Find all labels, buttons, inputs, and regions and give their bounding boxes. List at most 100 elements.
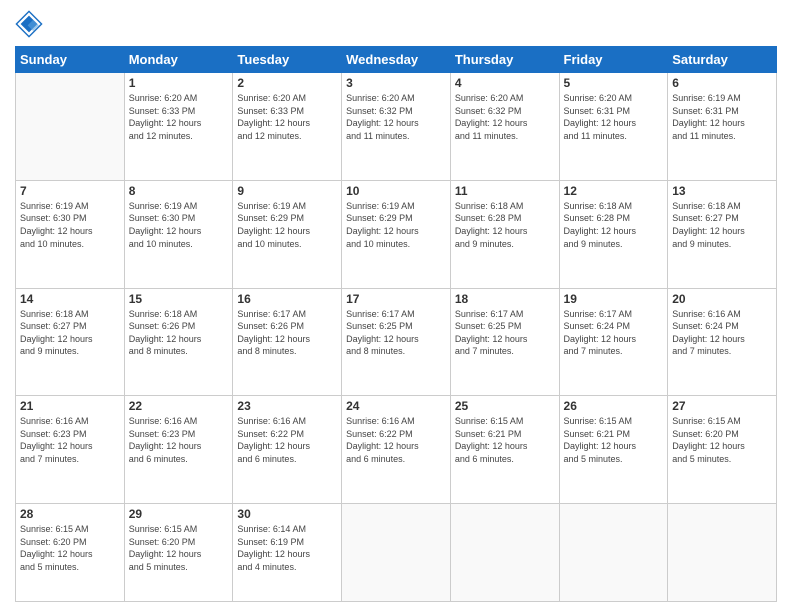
calendar-cell: 26 Sunrise: 6:15 AMSunset: 6:21 PMDayligh…: [559, 396, 668, 504]
day-info: Sunrise: 6:18 AMSunset: 6:27 PMDaylight:…: [20, 308, 120, 358]
day-info: Sunrise: 6:20 AMSunset: 6:32 PMDaylight:…: [455, 92, 555, 142]
day-info: Sunrise: 6:16 AMSunset: 6:24 PMDaylight:…: [672, 308, 772, 358]
weekday-header-thursday: Thursday: [450, 47, 559, 73]
day-number: 19: [564, 292, 664, 306]
calendar-cell: 21 Sunrise: 6:16 AMSunset: 6:23 PMDayligh…: [16, 396, 125, 504]
day-number: 24: [346, 399, 446, 413]
day-info: Sunrise: 6:16 AMSunset: 6:22 PMDaylight:…: [346, 415, 446, 465]
day-number: 17: [346, 292, 446, 306]
calendar-cell: [342, 504, 451, 602]
day-number: 22: [129, 399, 229, 413]
calendar-cell: 29Sunrise: 6:15 AMSunset: 6:20 PMDayligh…: [124, 504, 233, 602]
calendar-cell: 20 Sunrise: 6:16 AMSunset: 6:24 PMDayligh…: [668, 288, 777, 396]
calendar-cell: 27 Sunrise: 6:15 AMSunset: 6:20 PMDayligh…: [668, 396, 777, 504]
calendar-cell: 3 Sunrise: 6:20 AMSunset: 6:32 PMDaylight…: [342, 73, 451, 181]
calendar-cell: [16, 73, 125, 181]
calendar-cell: 10 Sunrise: 6:19 AMSunset: 6:29 PMDayligh…: [342, 180, 451, 288]
day-info: Sunrise: 6:17 AMSunset: 6:26 PMDaylight:…: [237, 308, 337, 358]
calendar-cell: 4 Sunrise: 6:20 AMSunset: 6:32 PMDaylight…: [450, 73, 559, 181]
calendar-week-3: 14 Sunrise: 6:18 AMSunset: 6:27 PMDayligh…: [16, 288, 777, 396]
day-number: 25: [455, 399, 555, 413]
day-number: 6: [672, 76, 772, 90]
day-number: 27: [672, 399, 772, 413]
calendar-cell: 2 Sunrise: 6:20 AMSunset: 6:33 PMDaylight…: [233, 73, 342, 181]
calendar-table: SundayMondayTuesdayWednesdayThursdayFrid…: [15, 46, 777, 602]
day-number: 1: [129, 76, 229, 90]
day-number: 30: [237, 507, 337, 521]
day-number: 14: [20, 292, 120, 306]
day-info: Sunrise: 6:20 AMSunset: 6:32 PMDaylight:…: [346, 92, 446, 142]
day-info: Sunrise: 6:16 AMSunset: 6:23 PMDaylight:…: [129, 415, 229, 465]
calendar-cell: 28 Sunrise: 6:15 AMSunset: 6:20 PMDayligh…: [16, 504, 125, 602]
logo-icon: [15, 10, 43, 38]
logo: [15, 10, 47, 38]
calendar-cell: 23 Sunrise: 6:16 AMSunset: 6:22 PMDayligh…: [233, 396, 342, 504]
day-info: Sunrise: 6:17 AMSunset: 6:25 PMDaylight:…: [346, 308, 446, 358]
day-info: Sunrise: 6:16 AMSunset: 6:22 PMDaylight:…: [237, 415, 337, 465]
page: SundayMondayTuesdayWednesdayThursdayFrid…: [0, 0, 792, 612]
day-number: 10: [346, 184, 446, 198]
calendar-cell: 7 Sunrise: 6:19 AMSunset: 6:30 PMDaylight…: [16, 180, 125, 288]
day-info: Sunrise: 6:19 AMSunset: 6:29 PMDaylight:…: [346, 200, 446, 250]
calendar-cell: 25 Sunrise: 6:15 AMSunset: 6:21 PMDayligh…: [450, 396, 559, 504]
calendar-week-2: 7 Sunrise: 6:19 AMSunset: 6:30 PMDaylight…: [16, 180, 777, 288]
calendar-cell: 11Sunrise: 6:18 AMSunset: 6:28 PMDayligh…: [450, 180, 559, 288]
header: [15, 10, 777, 38]
calendar-cell: 1 Sunrise: 6:20 AMSunset: 6:33 PMDaylight…: [124, 73, 233, 181]
day-number: 9: [237, 184, 337, 198]
day-info: Sunrise: 6:19 AMSunset: 6:30 PMDaylight:…: [129, 200, 229, 250]
day-info: Sunrise: 6:20 AMSunset: 6:33 PMDaylight:…: [129, 92, 229, 142]
day-info: Sunrise: 6:15 AMSunset: 6:21 PMDaylight:…: [564, 415, 664, 465]
day-info: Sunrise: 6:19 AMSunset: 6:30 PMDaylight:…: [20, 200, 120, 250]
weekday-header-wednesday: Wednesday: [342, 47, 451, 73]
day-info: Sunrise: 6:16 AMSunset: 6:23 PMDaylight:…: [20, 415, 120, 465]
weekday-header-row: SundayMondayTuesdayWednesdayThursdayFrid…: [16, 47, 777, 73]
day-number: 5: [564, 76, 664, 90]
day-info: Sunrise: 6:17 AMSunset: 6:25 PMDaylight:…: [455, 308, 555, 358]
calendar-cell: [559, 504, 668, 602]
day-number: 29: [129, 507, 229, 521]
weekday-header-friday: Friday: [559, 47, 668, 73]
calendar-cell: [450, 504, 559, 602]
day-info: Sunrise: 6:19 AMSunset: 6:31 PMDaylight:…: [672, 92, 772, 142]
calendar-cell: 9Sunrise: 6:19 AMSunset: 6:29 PMDaylight…: [233, 180, 342, 288]
day-number: 4: [455, 76, 555, 90]
day-info: Sunrise: 6:18 AMSunset: 6:26 PMDaylight:…: [129, 308, 229, 358]
calendar-cell: 16 Sunrise: 6:17 AMSunset: 6:26 PMDayligh…: [233, 288, 342, 396]
day-number: 13: [672, 184, 772, 198]
calendar-cell: 5Sunrise: 6:20 AMSunset: 6:31 PMDaylight…: [559, 73, 668, 181]
day-number: 7: [20, 184, 120, 198]
calendar-cell: 18 Sunrise: 6:17 AMSunset: 6:25 PMDayligh…: [450, 288, 559, 396]
day-info: Sunrise: 6:14 AMSunset: 6:19 PMDaylight:…: [237, 523, 337, 573]
calendar-week-1: 1 Sunrise: 6:20 AMSunset: 6:33 PMDaylight…: [16, 73, 777, 181]
day-number: 21: [20, 399, 120, 413]
calendar-cell: 13Sunrise: 6:18 AMSunset: 6:27 PMDayligh…: [668, 180, 777, 288]
day-info: Sunrise: 6:18 AMSunset: 6:28 PMDaylight:…: [455, 200, 555, 250]
calendar-cell: 8Sunrise: 6:19 AMSunset: 6:30 PMDaylight…: [124, 180, 233, 288]
calendar-cell: 6 Sunrise: 6:19 AMSunset: 6:31 PMDaylight…: [668, 73, 777, 181]
day-number: 28: [20, 507, 120, 521]
weekday-header-tuesday: Tuesday: [233, 47, 342, 73]
calendar-cell: 19Sunrise: 6:17 AMSunset: 6:24 PMDayligh…: [559, 288, 668, 396]
day-number: 16: [237, 292, 337, 306]
day-number: 26: [564, 399, 664, 413]
day-number: 20: [672, 292, 772, 306]
calendar-cell: 14 Sunrise: 6:18 AMSunset: 6:27 PMDayligh…: [16, 288, 125, 396]
day-number: 23: [237, 399, 337, 413]
day-number: 2: [237, 76, 337, 90]
day-info: Sunrise: 6:15 AMSunset: 6:21 PMDaylight:…: [455, 415, 555, 465]
day-info: Sunrise: 6:15 AMSunset: 6:20 PMDaylight:…: [20, 523, 120, 573]
day-number: 18: [455, 292, 555, 306]
calendar-cell: 22 Sunrise: 6:16 AMSunset: 6:23 PMDayligh…: [124, 396, 233, 504]
weekday-header-sunday: Sunday: [16, 47, 125, 73]
day-number: 3: [346, 76, 446, 90]
calendar-cell: [668, 504, 777, 602]
day-info: Sunrise: 6:20 AMSunset: 6:33 PMDaylight:…: [237, 92, 337, 142]
calendar-week-5: 28 Sunrise: 6:15 AMSunset: 6:20 PMDayligh…: [16, 504, 777, 602]
calendar-cell: 17 Sunrise: 6:17 AMSunset: 6:25 PMDayligh…: [342, 288, 451, 396]
day-info: Sunrise: 6:15 AMSunset: 6:20 PMDaylight:…: [672, 415, 772, 465]
day-number: 12: [564, 184, 664, 198]
weekday-header-saturday: Saturday: [668, 47, 777, 73]
weekday-header-monday: Monday: [124, 47, 233, 73]
calendar-cell: 12Sunrise: 6:18 AMSunset: 6:28 PMDayligh…: [559, 180, 668, 288]
